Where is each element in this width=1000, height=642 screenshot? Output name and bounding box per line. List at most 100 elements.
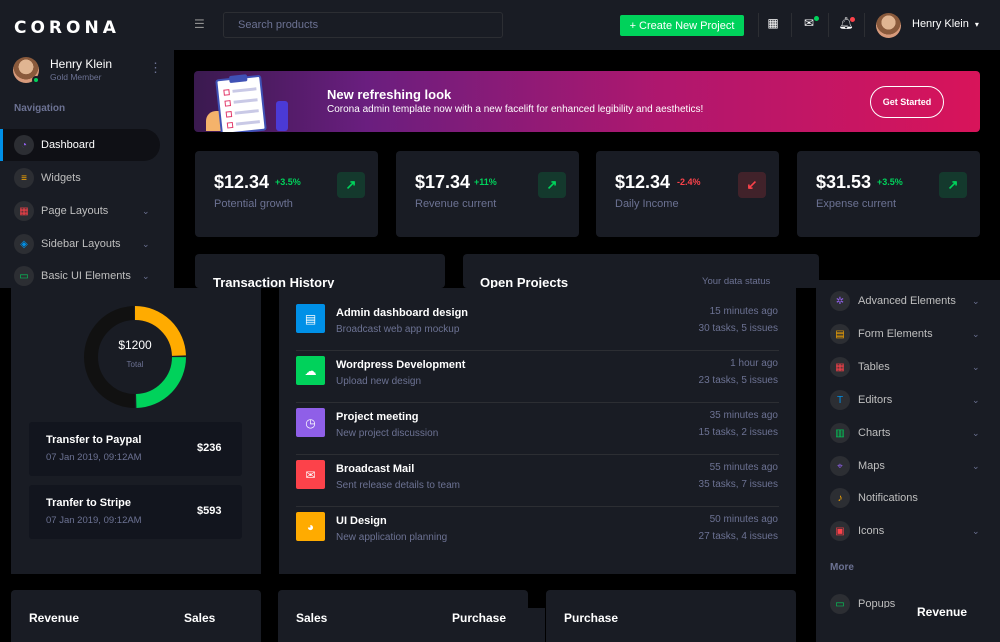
sidebar-item-label: Maps bbox=[858, 460, 885, 472]
promo-banner: New refreshing look Corona admin templat… bbox=[194, 71, 980, 132]
project-meta: 27 tasks, 4 issues bbox=[698, 531, 778, 542]
project-title: Broadcast Mail bbox=[336, 463, 415, 475]
project-subtitle: New application planning bbox=[336, 532, 448, 543]
stat-change: +3.5% bbox=[877, 177, 903, 187]
donut-total-label: Total bbox=[126, 360, 144, 369]
purchase-card: Purchase bbox=[546, 590, 796, 642]
sidebar-item-label: Notifications bbox=[858, 492, 918, 504]
chevron-down-icon: ⌄ bbox=[972, 394, 980, 405]
transaction-name: Tranfer to Stripe bbox=[46, 497, 131, 509]
brand-logo[interactable]: CORONA bbox=[14, 18, 120, 38]
form-icon: ▤ bbox=[830, 324, 850, 344]
stat-label: Revenue current bbox=[415, 198, 497, 210]
project-subtitle: Sent release details to team bbox=[336, 480, 460, 491]
project-time: 50 minutes ago bbox=[709, 514, 778, 525]
stat-value: $12.34 bbox=[615, 172, 671, 192]
sidebar-item-page-layouts[interactable]: ▦ Page Layouts ⌄ bbox=[0, 195, 160, 227]
sidebar-item-label: Sidebar Layouts bbox=[41, 238, 121, 250]
donut-total: $1200 bbox=[118, 338, 152, 352]
transaction-item[interactable]: Transfer to Paypal 07 Jan 2019, 09:12AM … bbox=[29, 422, 242, 476]
project-meta: 15 tasks, 2 issues bbox=[698, 427, 778, 438]
card-title: Sales bbox=[296, 611, 328, 625]
sidebar-item-label: Page Layouts bbox=[41, 205, 109, 217]
stat-card: $12.34 +3.5% Potential growth ↗ bbox=[195, 151, 378, 237]
email-badge bbox=[814, 16, 819, 21]
map-marker-icon: ⌖ bbox=[830, 456, 850, 476]
notification-badge bbox=[850, 17, 855, 22]
project-meta: 35 tasks, 7 issues bbox=[698, 479, 778, 490]
chevron-down-icon: ⌄ bbox=[142, 238, 150, 249]
sidebar-item-label: Widgets bbox=[41, 172, 81, 184]
project-item[interactable]: ☁ Wordpress Development Upload new desig… bbox=[296, 350, 779, 403]
sidebar-item-tables[interactable]: ▦ Tables ⌄ bbox=[830, 353, 986, 381]
arrow-up-right-icon: ↗ bbox=[337, 172, 365, 198]
avatar bbox=[13, 57, 40, 84]
card-title: Purchase bbox=[564, 611, 619, 625]
banner-title: New refreshing look bbox=[327, 87, 452, 102]
project-time: 35 minutes ago bbox=[709, 410, 778, 421]
divider bbox=[864, 13, 865, 37]
stat-change: +11% bbox=[474, 177, 497, 187]
search-input[interactable] bbox=[223, 12, 503, 38]
project-time: 55 minutes ago bbox=[709, 462, 778, 473]
speedometer-icon: ◔ bbox=[14, 135, 34, 155]
dots-vertical-icon[interactable]: ⋮ bbox=[149, 60, 162, 76]
sidebar-item-form-elements[interactable]: ▤ Form Elements ⌄ bbox=[830, 320, 986, 348]
transaction-history-header: Transaction History bbox=[195, 254, 445, 290]
menu-toggle-icon[interactable]: ☰ bbox=[194, 17, 205, 31]
project-meta: 30 tasks, 5 issues bbox=[698, 323, 778, 334]
stat-label: Daily Income bbox=[615, 198, 679, 210]
project-title: Admin dashboard design bbox=[336, 307, 469, 319]
online-indicator bbox=[32, 76, 40, 84]
nav-heading: Navigation bbox=[14, 103, 66, 114]
cloud-download-icon: ☁ bbox=[296, 356, 325, 385]
banner-subtitle: Corona admin template now with a new fac… bbox=[327, 104, 704, 115]
table-icon: ▦ bbox=[830, 357, 850, 377]
table-icon: ▦ bbox=[14, 201, 34, 221]
grid-icon[interactable]: ▦ bbox=[765, 16, 781, 32]
divider bbox=[828, 13, 829, 37]
project-title: UI Design bbox=[336, 515, 387, 527]
transaction-item[interactable]: Tranfer to Stripe 07 Jan 2019, 09:12AM $… bbox=[29, 485, 242, 539]
chevron-down-icon: ⌄ bbox=[972, 525, 980, 536]
sidebar-item-charts[interactable]: ▥ Charts ⌄ bbox=[830, 419, 986, 447]
project-subtitle: Upload new design bbox=[336, 376, 422, 387]
sidebar-item-notifications[interactable]: ♪ Notifications bbox=[830, 484, 986, 512]
sidebar-item-widgets[interactable]: ≡ Widgets bbox=[0, 162, 160, 194]
project-item[interactable]: ◕ UI Design New application planning 50 … bbox=[296, 506, 779, 558]
bell-icon: ♪ bbox=[830, 488, 850, 508]
sidebar-profile[interactable]: Henry Klein Gold Member ⋮ bbox=[13, 56, 163, 88]
project-item[interactable]: ◷ Project meeting New project discussion… bbox=[296, 402, 779, 455]
project-title: Project meeting bbox=[336, 411, 419, 423]
project-meta: 23 tasks, 5 issues bbox=[698, 375, 778, 386]
transaction-date: 07 Jan 2019, 09:12AM bbox=[46, 515, 142, 526]
sidebar-item-maps[interactable]: ⌖ Maps ⌄ bbox=[830, 452, 986, 480]
avatar[interactable] bbox=[876, 13, 901, 38]
sidebar-item-editors[interactable]: T Editors ⌄ bbox=[830, 386, 986, 414]
sidebar-item-advanced-elements[interactable]: ✲ Advanced Elements ⌄ bbox=[830, 287, 986, 315]
transaction-donut-chart bbox=[84, 306, 186, 408]
project-time: 15 minutes ago bbox=[709, 306, 778, 317]
sidebar-item-icons[interactable]: ▣ Icons ⌄ bbox=[830, 517, 986, 545]
card-title: Purchase bbox=[452, 611, 507, 625]
sidebar-item-sidebar-layouts[interactable]: ◈ Sidebar Layouts ⌄ bbox=[0, 228, 160, 260]
sidebar-item-label: Dashboard bbox=[41, 139, 95, 151]
sidebar-item-label: Advanced Elements bbox=[858, 295, 956, 307]
user-menu[interactable]: Henry Klein ▾ bbox=[912, 18, 979, 30]
playlist-icon: ≡ bbox=[14, 168, 34, 188]
transaction-date: 07 Jan 2019, 09:12AM bbox=[46, 452, 142, 463]
laptop-icon: ▭ bbox=[14, 266, 34, 286]
chevron-down-icon: ⌄ bbox=[972, 427, 980, 438]
open-projects-body: ▤ Admin dashboard design Broadcast web a… bbox=[279, 288, 796, 574]
project-item[interactable]: ✉ Broadcast Mail Sent release details to… bbox=[296, 454, 779, 507]
bottle-illustration bbox=[276, 101, 288, 131]
create-project-button[interactable]: + Create New Project bbox=[620, 15, 744, 36]
transaction-history-body: $1200 Total Transfer to Paypal 07 Jan 20… bbox=[11, 288, 261, 574]
sidebar-item-label: Form Elements bbox=[858, 328, 933, 340]
get-started-button[interactable]: Get Started bbox=[870, 86, 944, 118]
arrow-down-left-icon: ↙ bbox=[738, 172, 766, 198]
sidebar-item-dashboard[interactable]: ◔ Dashboard bbox=[0, 129, 160, 161]
project-item[interactable]: ▤ Admin dashboard design Broadcast web a… bbox=[296, 298, 779, 351]
project-time: 1 hour ago bbox=[730, 358, 778, 369]
contacts-icon: ▣ bbox=[830, 521, 850, 541]
